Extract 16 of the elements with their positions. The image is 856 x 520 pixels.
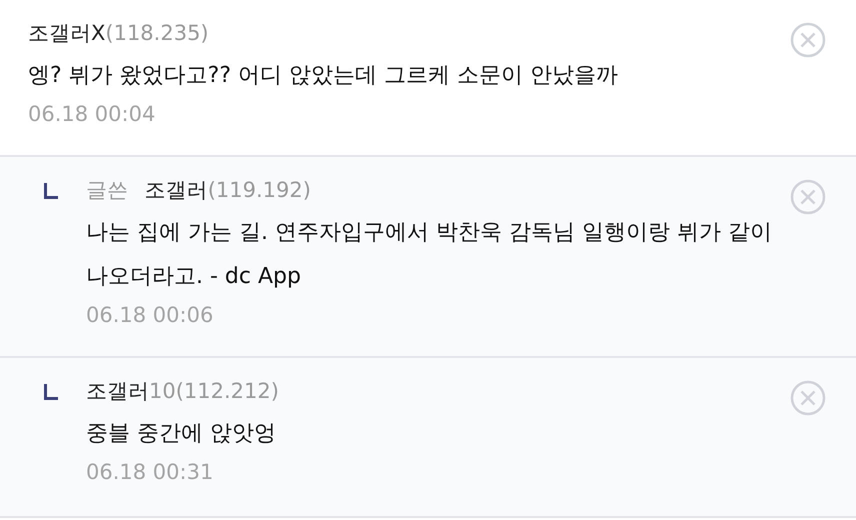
delete-button[interactable] <box>790 22 826 58</box>
writer-label: 글쓴 <box>86 178 128 202</box>
delete-button[interactable] <box>790 179 826 215</box>
comment-time: 06.18 00:31 <box>86 459 214 486</box>
ip-address: (119.192) <box>208 178 311 202</box>
comment-time: 06.18 00:04 <box>28 101 156 128</box>
ip-address: (118.235) <box>105 21 209 45</box>
comment-text: 중블 중간에 앉앗엉 <box>86 420 277 448</box>
ip-address: 10(112.212) <box>149 379 279 403</box>
nickname: 조갤러X <box>28 21 106 45</box>
comment-text: 엥? 뷔가 왔었다고?? 어디 앉았는데 그르케 소문이 안났을까 <box>28 62 619 90</box>
comment-time: 06.18 00:06 <box>86 302 214 329</box>
nickname: 조갤러 <box>144 178 208 202</box>
nickname: 조갤러 <box>86 379 149 403</box>
comment-text: 나는 집에 가는 길. 연주자입구에서 박찬욱 감독님 일행이랑 뷔가 같이 나오더라고. - dc App <box>86 219 773 291</box>
delete-button[interactable] <box>790 380 826 416</box>
